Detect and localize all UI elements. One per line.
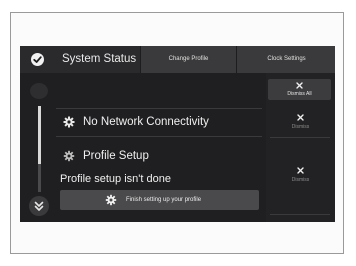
dismiss-label: Dismiss xyxy=(291,124,310,130)
page-title: System Status xyxy=(62,53,137,65)
finish-setup-label: Finish setting up your profile xyxy=(126,197,202,203)
scroll-down-button[interactable] xyxy=(29,196,49,216)
change-profile-button[interactable]: Change Profile xyxy=(140,46,236,73)
divider xyxy=(270,137,330,138)
divider xyxy=(56,136,262,137)
finish-setup-button[interactable]: Finish setting up your profile xyxy=(60,190,259,210)
divider xyxy=(270,214,330,215)
notification-label: Profile Setup xyxy=(83,150,149,162)
divider xyxy=(56,108,262,109)
gear-icon xyxy=(63,150,75,162)
close-icon xyxy=(296,82,303,89)
gear-icon xyxy=(105,194,117,206)
close-icon xyxy=(297,114,304,121)
scroll-track[interactable] xyxy=(38,106,41,192)
dismiss-label: Dismiss xyxy=(291,177,310,183)
notification-label: No Network Connectivity xyxy=(83,116,209,128)
scroll-up-button[interactable] xyxy=(30,83,48,99)
check-circle-icon xyxy=(31,53,44,66)
scroll-thumb[interactable] xyxy=(38,106,41,164)
dismiss-all-button[interactable]: Dismiss All xyxy=(268,79,331,100)
chevron-double-down-icon xyxy=(34,201,44,211)
close-icon xyxy=(297,167,304,174)
clock-settings-button[interactable]: Clock Settings xyxy=(236,46,335,73)
header-bar: System Status Change Profile Clock Setti… xyxy=(20,46,335,73)
dismiss-all-label: Dismiss All xyxy=(287,91,312,97)
notification-message: Profile setup isn't done xyxy=(60,173,171,185)
infotainment-screen: System Status Change Profile Clock Setti… xyxy=(20,46,335,222)
gear-icon xyxy=(63,116,75,128)
